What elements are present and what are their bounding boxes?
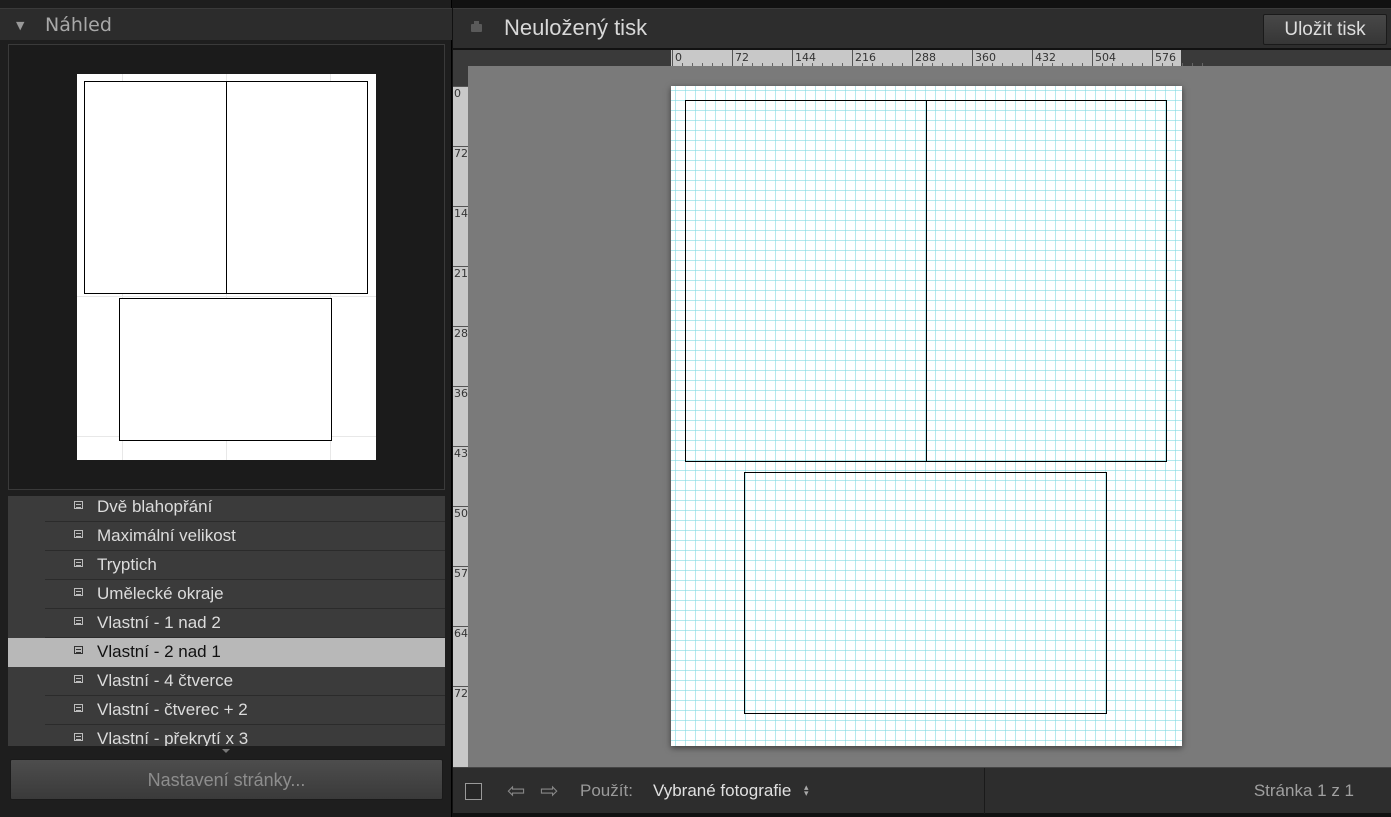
template-item-label: Tryptich [97,555,157,574]
layout-template-icon [74,530,83,538]
template-item[interactable]: Vlastní - čtverec + 2 [8,696,445,725]
main-area: Neuložený tisk Uložit tisk 0 72 144 216 288 3… [453,0,1391,817]
print-page [671,86,1182,746]
ruler-label: 0 [454,87,461,100]
preview-grid-line [77,296,376,297]
print-canvas: 0 72 144 216 288 360 432 504 576 0 72 14 21 28 36 43 50… [453,50,1391,767]
ruler-tick [1032,50,1033,66]
ruler-top: 0 72 144 216 288 360 432 504 576 [453,50,1391,66]
page-indicator: Stránka 1 z 1 [1253,781,1354,800]
template-item-label: Vlastní - 1 nad 2 [97,613,221,632]
ruler-tick [792,50,793,66]
printer-icon [471,21,482,32]
ruler-tick [1152,50,1153,66]
template-item-label: Umělecké okraje [97,584,224,603]
layout-template-icon [74,559,83,567]
preview-panel-title: Náhled [45,14,112,36]
layout-template-icon [74,704,83,712]
ruler-label: 14 [454,207,468,220]
photo-cell[interactable] [744,472,1107,714]
layout-template-icon [74,733,83,741]
ruler-tick [852,50,853,66]
arrow-left-icon[interactable]: ⇦ [507,779,525,804]
use-select[interactable]: Vybrané fotografie [653,781,791,801]
photo-cell[interactable] [685,100,927,462]
show-checkbox[interactable] [465,783,482,800]
layout-template-icon [74,675,83,683]
template-item[interactable]: Vlastní - překrytí x 3 [8,725,445,746]
template-item-label: Vlastní - čtverec + 2 [97,700,248,719]
template-item[interactable]: Tryptich [8,551,445,580]
template-list: Dvě blahopřání Maximální velikost Trypti… [8,496,445,746]
triangle-down-icon[interactable]: ▼ [16,19,24,32]
template-item[interactable]: Dvě blahopřání [8,496,445,522]
template-item-label: Maximální velikost [97,526,236,545]
layout-template-icon [74,588,83,596]
ruler-tick [732,50,733,66]
ruler-tick [672,50,673,66]
template-item-label: Dvě blahopřání [97,497,213,516]
template-item-label: Vlastní - 2 nad 1 [97,642,221,661]
print-title[interactable]: Neuložený tisk [504,15,647,41]
template-item[interactable]: Maximální velikost [8,522,445,551]
save-print-button[interactable]: Uložit tisk [1263,14,1387,45]
ruler-label: 43 [454,447,468,460]
ruler-label: 50 [454,507,468,520]
use-label: Použít: [580,781,633,800]
template-item-selected[interactable]: Vlastní - 2 nad 1 [8,638,445,667]
template-item[interactable]: Umělecké okraje [8,580,445,609]
preview-thumbnail [8,44,445,490]
left-panel: ▼ Náhled Dvě blahopřání Maximální veliko… [0,0,452,817]
template-item-label: Vlastní - překrytí x 3 [97,729,249,746]
scroll-down-icon[interactable] [222,749,230,753]
ruler-label: 28 [454,327,468,340]
ruler-label: 21 [454,267,468,280]
ruler-label: 72 [454,687,468,700]
ruler-label: 36 [454,387,468,400]
template-item-label: Vlastní - 4 čtverce [97,671,234,690]
page-setup-button[interactable]: Nastavení stránky... [10,759,443,800]
ruler-label: 0 [675,51,682,64]
layout-template-icon [74,617,83,625]
ruler-label: 72 [454,147,468,160]
photo-cell[interactable] [926,100,1167,462]
layout-template-icon [74,646,83,654]
preview-cell [226,81,368,294]
preview-panel-header[interactable]: ▼ Náhled [0,8,452,40]
ruler-left: 0 72 14 21 28 36 43 50 57 64 72 [453,66,468,767]
header-bar: Neuložený tisk Uložit tisk [453,8,1391,48]
preview-cell [119,298,332,441]
chevron-updown-icon[interactable]: ▴ ▾ [804,784,809,799]
template-item[interactable]: Vlastní - 4 čtverce [8,667,445,696]
ruler-label: 64 [454,627,468,640]
preview-cell [84,81,227,294]
bottom-toolbar: ⇦ ⇨ Použít: Vybrané fotografie ▴ ▾ Stránk… [453,767,1391,814]
ruler-label: 57 [454,567,468,580]
layout-template-icon [74,501,83,509]
ruler-tick [912,50,913,66]
preview-page [77,74,376,460]
template-item[interactable]: Vlastní - 1 nad 2 [8,609,445,638]
arrow-right-icon[interactable]: ⇨ [540,779,558,804]
ruler-tick [972,50,973,66]
ruler-tick [1092,50,1093,66]
